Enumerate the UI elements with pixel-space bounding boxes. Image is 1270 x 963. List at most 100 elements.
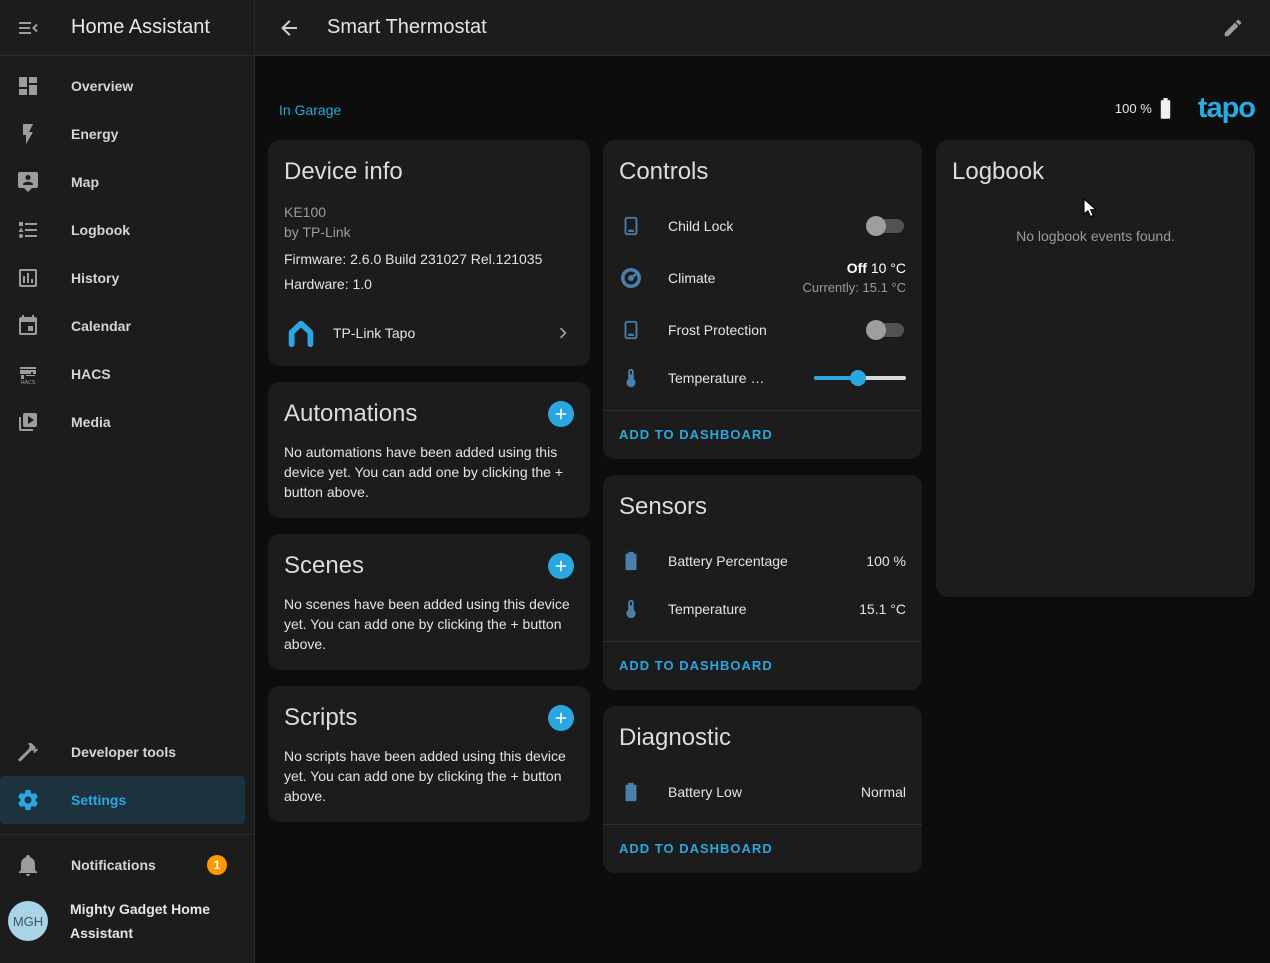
tapo-logo: tapo: [1198, 92, 1255, 125]
entity-label: Battery Percentage: [668, 553, 788, 569]
back-arrow-icon[interactable]: [277, 16, 301, 40]
controls-card: Controls Child Lock Climate Off 10 °C Cu…: [603, 140, 922, 459]
device-meta: 100 % tapo: [1115, 92, 1255, 125]
integration-row[interactable]: TP-Link Tapo: [284, 314, 574, 350]
sidebar-profile[interactable]: MGH Mighty Gadget Home Assistant: [0, 889, 254, 959]
sidebar-item-label: Map: [71, 174, 99, 190]
play-box-icon: [16, 410, 40, 434]
card-title: Scenes: [284, 552, 364, 580]
add-script-button[interactable]: [548, 705, 574, 731]
sidebar-item-developer-tools[interactable]: Developer tools: [0, 728, 245, 776]
automations-empty-text: No automations have been added using thi…: [284, 442, 574, 502]
climate-mode: Off: [847, 260, 867, 276]
sidebar-item-calendar[interactable]: Calendar: [0, 302, 245, 350]
sensors-action-bar: ADD TO DASHBOARD: [603, 641, 922, 690]
card-title: Sensors: [619, 493, 906, 521]
sidebar-item-energy[interactable]: Energy: [0, 110, 245, 158]
entity-label: Child Lock: [668, 218, 733, 234]
card-title: Automations: [284, 400, 417, 428]
add-to-dashboard-button[interactable]: ADD TO DASHBOARD: [619, 427, 773, 442]
sidebar-item-media[interactable]: Media: [0, 398, 245, 446]
scripts-empty-text: No scripts have been added using this de…: [284, 746, 574, 806]
sidebar-item-logbook[interactable]: Logbook: [0, 206, 245, 254]
sidebar-item-settings[interactable]: Settings: [0, 776, 245, 824]
add-to-dashboard-button[interactable]: ADD TO DASHBOARD: [619, 658, 773, 673]
entity-label: Battery Low: [668, 784, 742, 800]
diagnostic-action-bar: ADD TO DASHBOARD: [603, 824, 922, 873]
gear-icon: [16, 788, 40, 812]
avatar: MGH: [8, 901, 48, 941]
sidebar-item-label: Overview: [71, 78, 133, 94]
edit-pencil-icon[interactable]: [1222, 17, 1244, 39]
sidebar-toggle-icon[interactable]: [16, 16, 40, 40]
scenes-card: Scenes No scenes have been added using t…: [268, 534, 590, 670]
card-title: Scripts: [284, 704, 357, 732]
area-link[interactable]: In Garage: [279, 102, 341, 118]
device-hardware: Hardware: 1.0: [284, 276, 574, 292]
profile-name: Mighty Gadget Home Assistant: [70, 897, 220, 945]
view-dashboard-icon: [16, 74, 40, 98]
calendar-icon: [16, 314, 40, 338]
sensors-card: Sensors Battery Percentage 100 % Tempera…: [603, 475, 922, 690]
battery-icon: [619, 780, 643, 804]
tablet-icon: [619, 318, 643, 342]
device-firmware: Firmware: 2.6.0 Build 231027 Rel.121035: [284, 251, 574, 267]
card-title: Logbook: [952, 158, 1239, 186]
thermostat-dial-icon: [619, 266, 643, 290]
entity-row-climate[interactable]: Climate Off 10 °C Currently: 15.1 °C: [603, 250, 922, 306]
hacs-store-icon: HACS: [16, 362, 40, 386]
tooltip-account-icon: [16, 170, 40, 194]
tablet-icon: [619, 214, 643, 238]
frost-protection-toggle[interactable]: [866, 319, 906, 341]
lightning-bolt-icon: [16, 122, 40, 146]
sidebar-item-label: History: [71, 270, 119, 286]
thermometer-icon: [619, 366, 643, 390]
entity-row-frost-protection[interactable]: Frost Protection: [603, 306, 922, 354]
logbook-card: Logbook No logbook events found.: [936, 140, 1255, 597]
column-right: Logbook No logbook events found.: [936, 140, 1255, 613]
controls-action-bar: ADD TO DASHBOARD: [603, 410, 922, 459]
sidebar-item-label: Logbook: [71, 222, 130, 238]
hammer-icon: [16, 740, 40, 764]
top-bar: Smart Thermostat: [255, 0, 1270, 56]
sidebar-header: Home Assistant: [0, 0, 254, 56]
add-scene-button[interactable]: [548, 553, 574, 579]
entity-label: Temperature: [668, 601, 747, 617]
sidebar-nav: Overview Energy Map Logbook History Cale: [0, 56, 254, 446]
entity-row-battery-percentage[interactable]: Battery Percentage 100 %: [603, 537, 922, 585]
sidebar: Home Assistant Overview Energy Map Logbo…: [0, 0, 255, 963]
app-title: Home Assistant: [71, 16, 210, 39]
entity-row-battery-low[interactable]: Battery Low Normal: [603, 768, 922, 816]
scenes-empty-text: No scenes have been added using this dev…: [284, 594, 574, 654]
integration-name: TP-Link Tapo: [333, 325, 415, 341]
entity-value: Normal: [861, 784, 906, 800]
device-manufacturer: by TP-Link: [284, 222, 574, 242]
entity-row-temperature[interactable]: Temperature 15.1 °C: [603, 585, 922, 633]
temperature-slider[interactable]: [814, 369, 906, 387]
svg-text:HACS: HACS: [21, 380, 36, 386]
sidebar-footer: Notifications 1 MGH Mighty Gadget Home A…: [0, 834, 254, 963]
entity-value: 100 %: [866, 553, 906, 569]
entity-label: Climate: [668, 270, 715, 286]
device-page: In Garage 100 % tapo Device info KE100 b…: [255, 56, 1270, 963]
diagnostic-card: Diagnostic Battery Low Normal ADD TO DAS…: [603, 706, 922, 873]
thermometer-icon: [619, 597, 643, 621]
entity-row-temperature-offset[interactable]: Temperature …: [603, 354, 922, 402]
battery-icon: [1159, 98, 1172, 119]
page-title: Smart Thermostat: [327, 16, 487, 39]
sidebar-item-history[interactable]: History: [0, 254, 245, 302]
sidebar-item-overview[interactable]: Overview: [0, 62, 245, 110]
sidebar-item-label: Settings: [71, 792, 126, 808]
sidebar-item-label: HACS: [71, 366, 111, 382]
scripts-card: Scripts No scripts have been added using…: [268, 686, 590, 822]
sidebar-item-hacs[interactable]: HACS HACS: [0, 350, 245, 398]
add-to-dashboard-button[interactable]: ADD TO DASHBOARD: [619, 841, 773, 856]
add-automation-button[interactable]: [548, 401, 574, 427]
child-lock-toggle[interactable]: [866, 215, 906, 237]
chart-box-icon: [16, 266, 40, 290]
sidebar-item-notifications[interactable]: Notifications 1: [0, 841, 245, 889]
sidebar-item-label: Media: [71, 414, 111, 430]
format-list-icon: [16, 218, 40, 242]
sidebar-item-map[interactable]: Map: [0, 158, 245, 206]
entity-row-child-lock[interactable]: Child Lock: [603, 202, 922, 250]
